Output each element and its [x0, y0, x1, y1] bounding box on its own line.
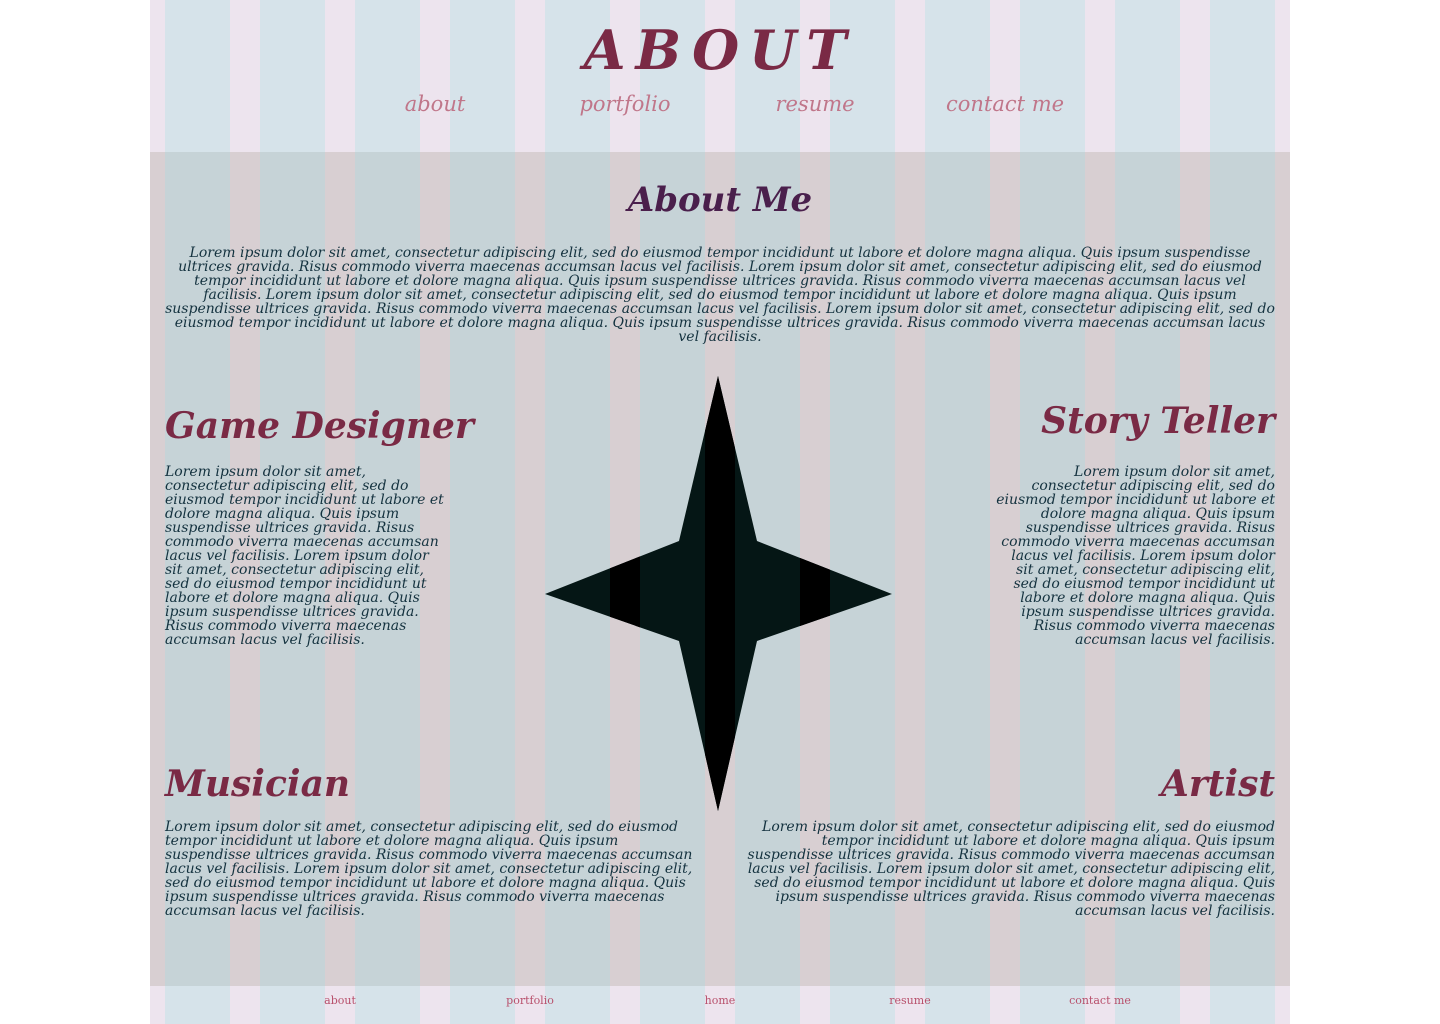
about-me-intro: Lorem ipsum dolor sit amet, consectetur … — [165, 245, 1275, 345]
footer-link-contact[interactable]: contact me — [1069, 994, 1131, 1007]
footer-link-about[interactable]: about — [324, 994, 356, 1007]
four-point-star-icon — [545, 376, 892, 811]
game-designer-title: Game Designer — [165, 405, 474, 447]
footer-link-portfolio[interactable]: portfolio — [506, 994, 554, 1007]
story-teller-title: Story Teller — [1041, 400, 1275, 442]
nav-link-about[interactable]: about — [405, 92, 466, 116]
nav-link-contact[interactable]: contact me — [946, 92, 1064, 116]
footer-link-home[interactable]: home — [705, 994, 736, 1007]
top-nav: about portfolio resume contact me — [150, 92, 1290, 122]
nav-link-resume[interactable]: resume — [775, 92, 854, 116]
story-teller-text: Lorem ipsum dolor sit amet, consectetur … — [996, 464, 1275, 648]
page: ABOUT about portfolio resume contact me … — [150, 0, 1290, 1024]
footer-link-resume[interactable]: resume — [889, 994, 930, 1007]
artist-text: Lorem ipsum dolor sit amet, consectetur … — [747, 819, 1275, 919]
page-title: ABOUT — [583, 18, 857, 82]
musician-title: Musician — [165, 763, 351, 805]
game-designer-text: Lorem ipsum dolor sit amet, consectetur … — [165, 464, 444, 648]
footer-nav: about portfolio home resume contact me — [150, 994, 1290, 1014]
artist-title: Artist — [1160, 763, 1275, 805]
musician-text: Lorem ipsum dolor sit amet, consectetur … — [165, 819, 693, 919]
nav-link-portfolio[interactable]: portfolio — [579, 92, 670, 116]
about-me-heading: About Me — [627, 180, 813, 220]
